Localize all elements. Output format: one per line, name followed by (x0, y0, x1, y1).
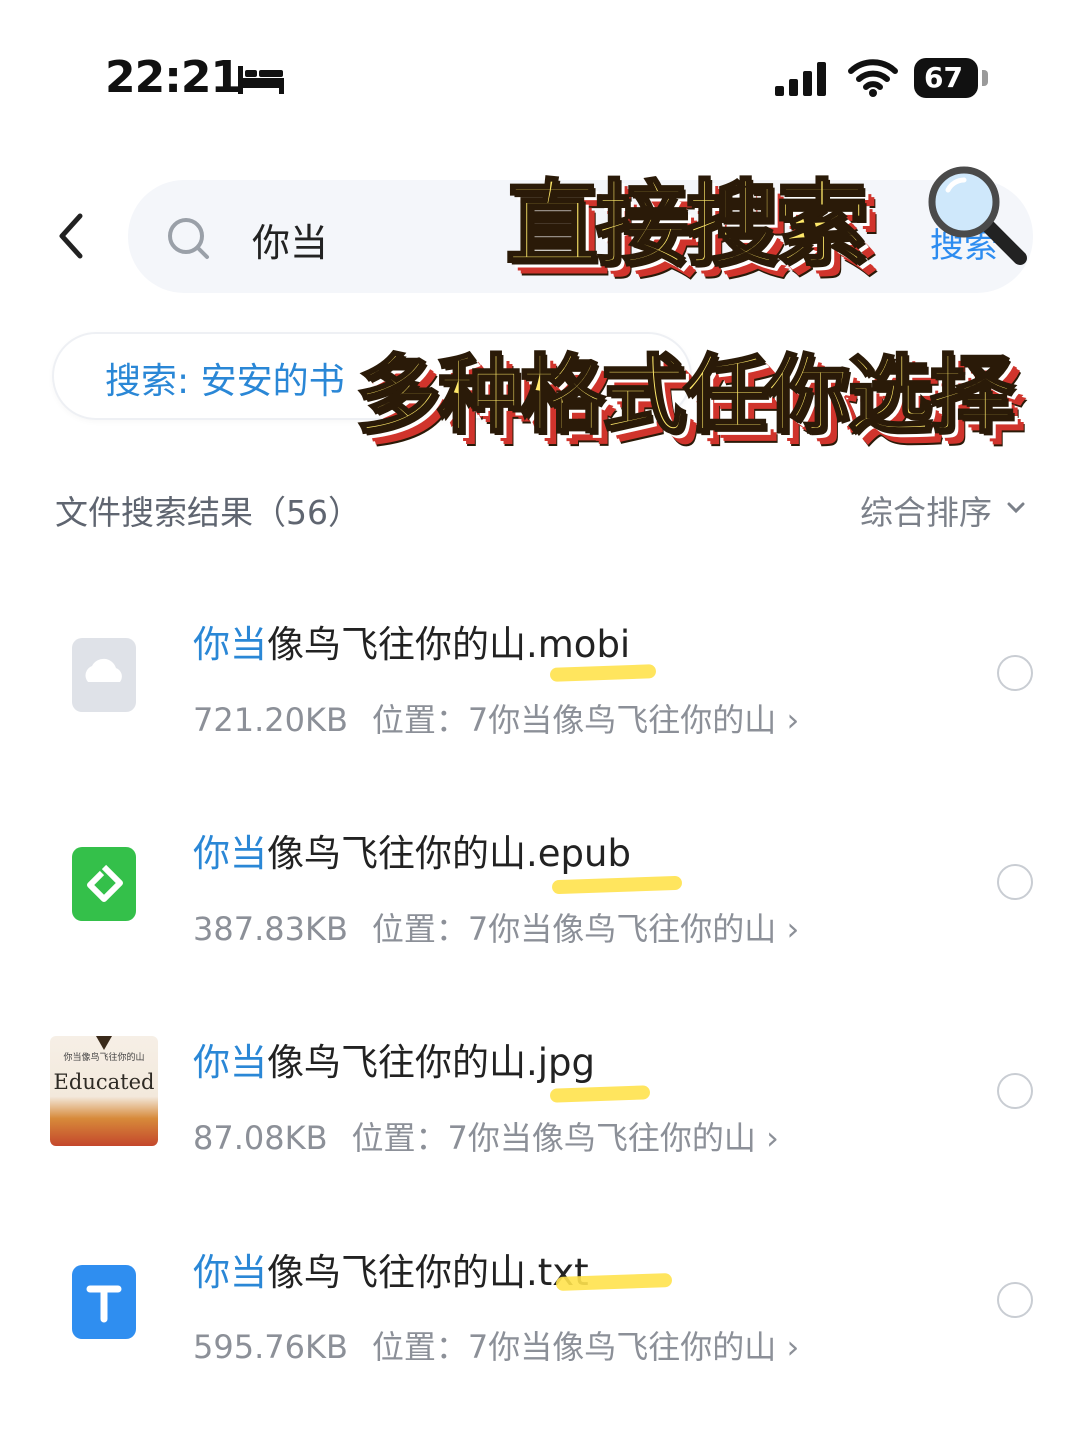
bed-icon (238, 66, 284, 94)
chevron-down-icon[interactable] (1005, 497, 1027, 519)
file-name-rest: 像鸟飞往你的山.mobi (267, 623, 631, 666)
search-icon (168, 218, 209, 259)
magnifier-emoji-icon (928, 166, 1027, 265)
battery-indicator: 67 (914, 58, 978, 98)
file-name-highlight: 你当 (193, 623, 267, 666)
highlight-marker (555, 1272, 673, 1292)
file-size: 87.08KB (193, 1119, 328, 1157)
select-radio[interactable] (997, 864, 1033, 900)
file-name-rest: 像鸟飞往你的山.jpg (267, 1041, 596, 1084)
select-radio[interactable] (997, 1282, 1033, 1318)
file-meta: 87.08KB 位置：7你当像鸟飞往你的山 › (193, 1113, 779, 1159)
file-name-rest: 像鸟飞往你的山.txt (267, 1251, 589, 1294)
file-name[interactable]: 你当像鸟飞往你的山.txt (193, 1242, 589, 1296)
file-name-highlight: 你当 (193, 1041, 267, 1084)
file-name-highlight: 你当 (193, 1251, 267, 1294)
file-name[interactable]: 你当像鸟飞往你的山.epub (193, 823, 631, 877)
file-name-highlight: 你当 (193, 832, 267, 875)
overlay-caption-search: 直接搜索 (504, 170, 869, 280)
sort-dropdown[interactable]: 综合排序 (860, 486, 992, 534)
file-location[interactable]: 位置：7你当像鸟飞往你的山 › (372, 910, 799, 948)
cloud-file-icon (72, 638, 136, 712)
results-count-title: 文件搜索结果（56） (55, 493, 361, 532)
file-meta: 387.83KB 位置：7你当像鸟飞往你的山 › (193, 904, 799, 950)
file-location[interactable]: 位置：7你当像鸟飞往你的山 › (372, 1328, 799, 1366)
file-location[interactable]: 位置：7你当像鸟飞往你的山 › (352, 1119, 779, 1157)
battery-tip (982, 70, 988, 86)
cover-en-title: Educated (53, 1070, 155, 1094)
file-size: 387.83KB (193, 910, 348, 948)
status-time: 22:21 (105, 52, 241, 103)
file-location[interactable]: 位置：7你当像鸟飞往你的山 › (372, 701, 799, 739)
pencil-tip-icon (96, 1036, 112, 1050)
overlay-caption-formats: 多种格式任你选择 (354, 345, 1015, 446)
select-radio[interactable] (997, 1073, 1033, 1109)
file-name[interactable]: 你当像鸟飞往你的山.jpg (193, 1032, 595, 1086)
file-name[interactable]: 你当像鸟飞往你的山.mobi (193, 614, 630, 668)
wifi-icon (848, 59, 898, 97)
search-query[interactable]: 你当 (252, 212, 328, 267)
highlight-marker (551, 875, 683, 895)
cellular-signal-icon (775, 62, 826, 96)
file-name-rest: 像鸟飞往你的山.epub (267, 832, 631, 875)
back-chevron-icon[interactable] (52, 210, 92, 262)
highlight-marker (549, 1085, 651, 1103)
search-suggestion-label: 搜索: 安安的书 (105, 361, 345, 402)
file-meta: 721.20KB 位置：7你当像鸟飞往你的山 › (193, 695, 799, 741)
highlight-marker (549, 664, 657, 682)
epub-file-icon (72, 847, 136, 921)
txt-file-icon (72, 1265, 136, 1339)
cover-cn-title: 你当像鸟飞往你的山 (63, 1053, 145, 1063)
file-meta: 595.76KB 位置：7你当像鸟飞往你的山 › (193, 1322, 799, 1368)
file-size: 595.76KB (193, 1328, 348, 1366)
file-size: 721.20KB (193, 701, 348, 739)
select-radio[interactable] (997, 655, 1033, 691)
